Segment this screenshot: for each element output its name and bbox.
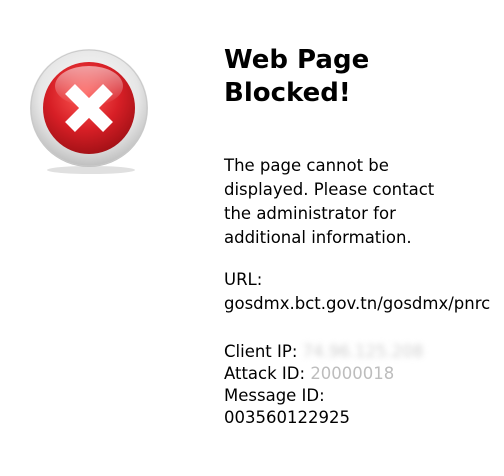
blocked-x-icon xyxy=(30,49,148,174)
blocked-page: Web Page Blocked! The page cannot be dis… xyxy=(0,0,504,476)
attack-id-label: Attack ID: xyxy=(224,364,306,383)
attack-id-value: 20000018 xyxy=(310,364,395,383)
client-ip-value: 74.96.125.208 xyxy=(302,342,424,361)
client-ip-label: Client IP: xyxy=(224,342,298,361)
url-label: URL: xyxy=(224,270,263,289)
client-ip-row: Client IP: 74.96.125.208 xyxy=(224,341,504,363)
attack-id-row: Attack ID: 20000018 xyxy=(224,363,504,385)
block-content: Web Page Blocked! The page cannot be dis… xyxy=(224,44,504,429)
message-id-label: Message ID: xyxy=(224,386,325,405)
block-message: The page cannot be displayed. Please con… xyxy=(224,156,435,247)
message-id-value: 003560122925 xyxy=(224,408,350,427)
url-value: gosdmx.bct.gov.tn/gosdmx/pnrc xyxy=(224,294,491,313)
incident-details: Client IP: 74.96.125.208 Attack ID: 2000… xyxy=(224,341,504,429)
page-title: Web Page Blocked! xyxy=(224,45,370,108)
url-section: URL: gosdmx.bct.gov.tn/gosdmx/pnrc xyxy=(224,268,504,316)
